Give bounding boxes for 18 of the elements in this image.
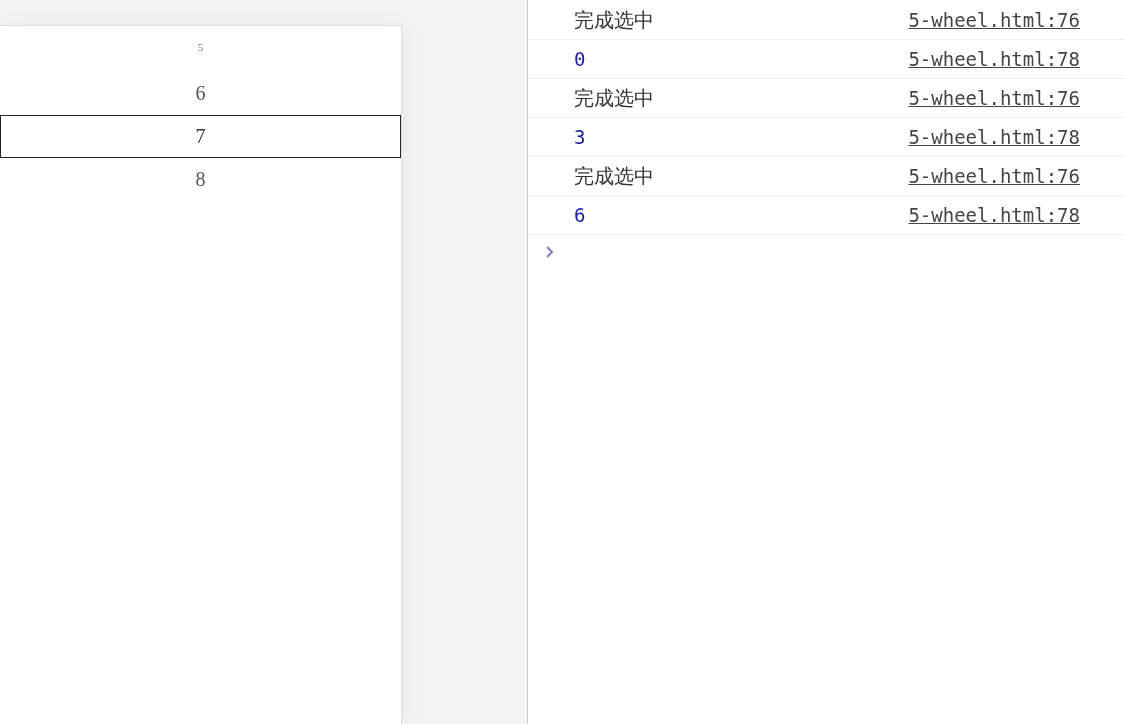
wheel-picker[interactable]: 5 6 7 8 bbox=[0, 25, 402, 724]
source-link[interactable]: 5-wheel.html:78 bbox=[908, 126, 1080, 148]
source-link[interactable]: 5-wheel.html:76 bbox=[908, 165, 1080, 187]
log-message: 3 bbox=[574, 126, 586, 148]
wheel-option[interactable]: 8 bbox=[0, 158, 401, 201]
log-message: 完成选中 bbox=[574, 84, 654, 112]
log-message: 6 bbox=[574, 204, 586, 226]
wheel-option[interactable]: 6 bbox=[0, 72, 401, 115]
source-link[interactable]: 5-wheel.html:78 bbox=[908, 204, 1080, 226]
log-message: 完成选中 bbox=[574, 6, 654, 34]
source-link[interactable]: 5-wheel.html:78 bbox=[908, 48, 1080, 70]
log-message: 完成选中 bbox=[574, 162, 654, 190]
source-link[interactable]: 5-wheel.html:76 bbox=[908, 9, 1080, 31]
source-link[interactable]: 5-wheel.html:76 bbox=[908, 87, 1080, 109]
wheel-option[interactable]: 5 bbox=[0, 29, 401, 72]
prompt-chevron-icon bbox=[545, 245, 555, 259]
log-message: 0 bbox=[574, 48, 586, 70]
wheel-option[interactable]: 7 bbox=[0, 115, 401, 158]
